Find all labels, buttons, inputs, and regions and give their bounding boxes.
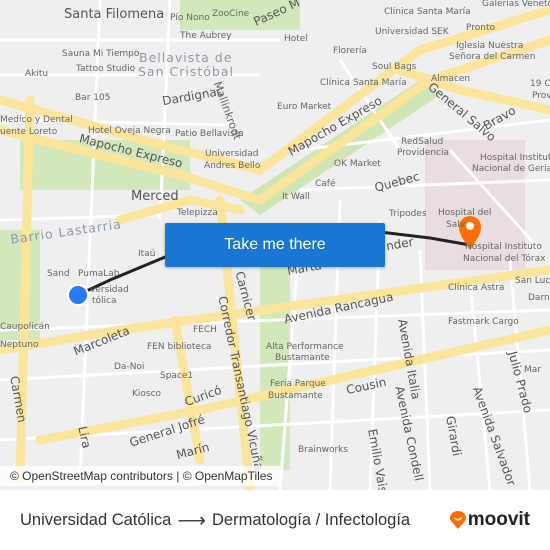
map-label: It Wall (282, 192, 310, 202)
map-label: Sand (47, 269, 70, 279)
map-label: Hospital Instituto (480, 153, 550, 163)
map-label: Bellavista de (139, 50, 233, 65)
map-label: Da-Noi (114, 362, 145, 372)
arrow-right-icon: ⟶ (177, 509, 206, 532)
map-label: Providencia (397, 148, 450, 158)
map-label: Euro Market (277, 102, 332, 112)
map-label: Bustamante (275, 353, 330, 363)
map[interactable]: Santa Filomena Pío Nono ZooCine Paseo M … (0, 0, 550, 490)
map-label: Alta Performance (266, 342, 344, 352)
map-label: San Cristóbal (138, 64, 234, 79)
map-label: Café (315, 179, 336, 189)
map-label: OK Market (334, 159, 381, 169)
map-label: RedSalud (401, 137, 444, 147)
map-label: Nacional del Tórax (463, 254, 546, 264)
map-label: Santa Filomena (64, 7, 165, 22)
map-label: Hotel (284, 34, 308, 44)
map-label: Tripodes (389, 209, 427, 219)
brand-name: moovit (467, 509, 530, 530)
map-label: Kiosco (132, 389, 162, 399)
map-label: versidad (90, 285, 129, 295)
map-label: Galerías Veneto (482, 0, 550, 9)
map-label: Tattoo Studio (76, 64, 136, 74)
map-label: Prov (532, 91, 550, 101)
map-label: Hotel Oveja Negra (88, 126, 171, 136)
map-label: uente Loreto (0, 127, 58, 137)
map-label: Patio Bellavista (175, 129, 244, 139)
map-label: Fastmark Cargo (448, 317, 519, 327)
map-label: Telepizza (177, 208, 218, 218)
map-label: Universidad (205, 149, 259, 159)
map-label: Neptuno (0, 340, 39, 350)
map-label: Medico y Dental (0, 115, 73, 125)
moovit-pin-icon (449, 511, 466, 529)
map-label: Hospital Instituto (465, 242, 542, 252)
map-label: Bar 105 (75, 93, 111, 103)
map-label: Pronto (466, 23, 496, 33)
map-label: Bustamante (268, 391, 323, 401)
map-label: ZooCine (212, 9, 250, 19)
map-label: Pío Nono (170, 13, 210, 23)
map-label: Andres Bello (204, 161, 261, 171)
map-label: FEN biblioteca (147, 342, 212, 352)
map-label: Iglesia Nuestra (456, 41, 524, 51)
map-label: San Lucas (515, 276, 550, 286)
map-label: Nacional de Geriatr (472, 164, 550, 174)
map-label: Hospital del (438, 208, 492, 218)
moovit-logo[interactable]: moovit (449, 509, 530, 531)
map-label: Akitu (25, 69, 49, 79)
map-label: Salv (446, 220, 466, 230)
map-label: Señora del Carmen (449, 52, 536, 62)
map-label: Merced (131, 189, 179, 204)
map-label: The Aubrey (180, 31, 232, 41)
map-label: Soul Bags (372, 62, 417, 72)
map-label: Clínica Santa María (384, 7, 471, 17)
map-label: PumaLab (78, 269, 120, 279)
map-attribution[interactable]: © OpenStreetMap contributors | © OpenMap… (0, 466, 281, 486)
map-label: Feria Parque (270, 379, 326, 389)
origin-name: Universidad Católica (20, 510, 172, 529)
map-label: Caupolicán (0, 322, 50, 332)
map-label: Brainworks (298, 445, 349, 455)
map-label: Itaú (138, 249, 156, 259)
destination-name: Dermatología / Infectología (212, 510, 411, 529)
map-label: Mar (524, 365, 541, 375)
take-me-there-button[interactable]: Take me there (165, 223, 385, 267)
origin-marker[interactable] (67, 284, 89, 306)
footer: Universidad Católica ⟶ Dermatología / In… (0, 490, 550, 550)
map-label: Florería (333, 46, 367, 56)
map-label: Clínica Astra (448, 283, 505, 293)
map-label: Sauna Mi Tiempo (62, 49, 140, 59)
map-label: Clínica Santa María (320, 78, 407, 88)
route-summary: Universidad Católica ⟶ Dermatología / In… (20, 508, 410, 533)
map-label: tólica (92, 296, 117, 306)
map-label: Darna (528, 293, 550, 303)
map-label: Universidad SEK (375, 27, 449, 37)
map-label: 19 Co (530, 79, 550, 89)
map-label: Space1 (160, 371, 194, 381)
map-label: FECH (193, 325, 217, 335)
